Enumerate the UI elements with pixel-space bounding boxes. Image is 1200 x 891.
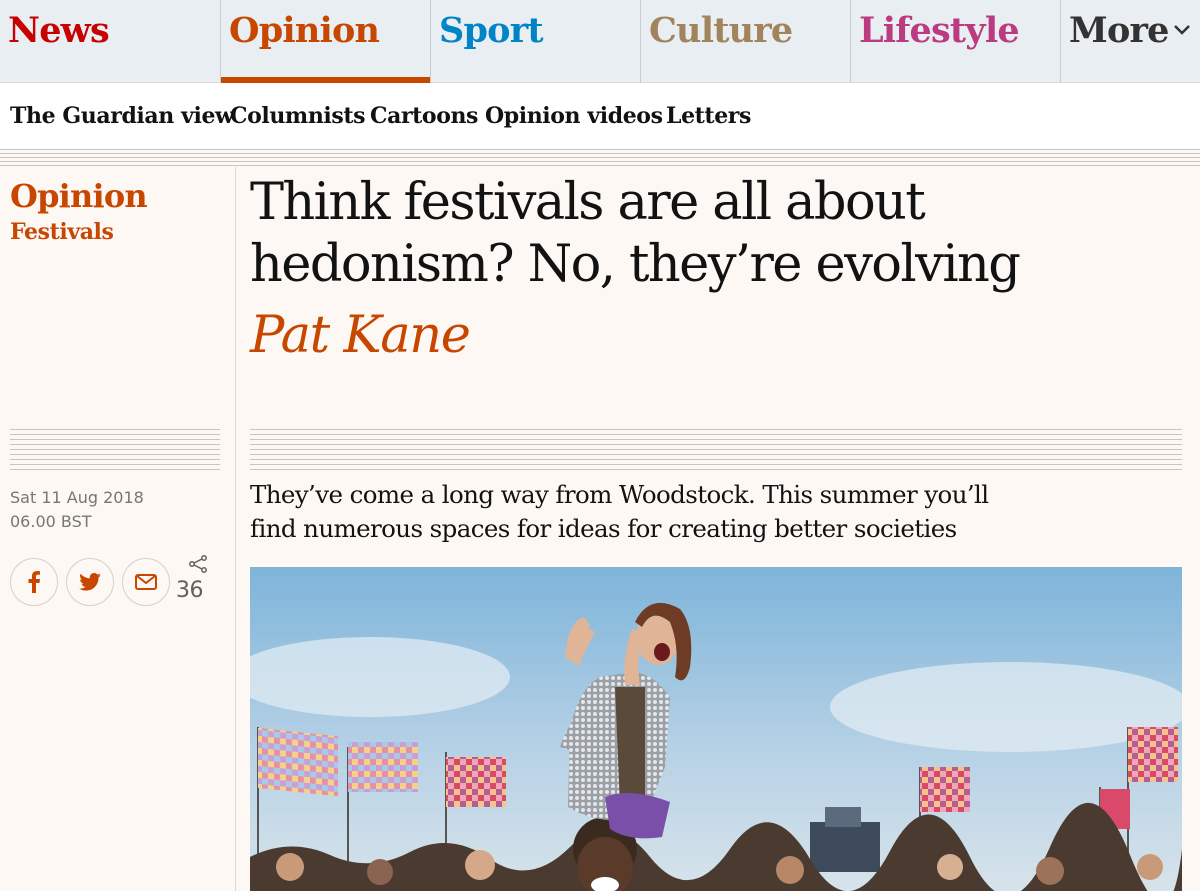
- author-byline[interactable]: Pat Kane: [250, 306, 471, 365]
- pillar-culture[interactable]: Culture: [640, 0, 850, 83]
- share-icon[interactable]: [188, 555, 208, 573]
- subnav-letters[interactable]: Letters: [666, 103, 751, 129]
- article-standfirst: They’ve come a long way from Woodstock. …: [250, 478, 1150, 546]
- pillar-news[interactable]: News: [0, 0, 220, 83]
- pillar-more-label: More: [1069, 10, 1169, 51]
- subnav-opinion-videos[interactable]: Opinion videos: [485, 103, 663, 129]
- article-meta-column: Opinion Festivals Sat 11 Aug 2018 06.00 …: [0, 167, 236, 891]
- twitter-icon: [79, 573, 101, 591]
- subnav-columnists[interactable]: Columnists: [230, 103, 366, 129]
- pillar-more[interactable]: More: [1060, 0, 1200, 83]
- chevron-down-icon: [1173, 24, 1190, 35]
- pillar-opinion[interactable]: Opinion: [220, 0, 430, 83]
- share-twitter-button[interactable]: [66, 558, 114, 606]
- standfirst-line-2: find numerous spaces for ideas for creat…: [250, 514, 957, 543]
- pillar-sport[interactable]: Sport: [430, 0, 640, 83]
- meta-divider: [10, 429, 220, 471]
- pillar-opinion-label: Opinion: [229, 10, 380, 51]
- pillar-lifestyle[interactable]: Lifestyle: [850, 0, 1060, 83]
- section-label[interactable]: Opinion: [10, 177, 148, 215]
- pillar-nav: News Opinion Sport Culture Lifestyle Mor…: [0, 0, 1200, 83]
- headline-divider: [250, 429, 1182, 471]
- opinion-subnav: The Guardian view Columnists Cartoons Op…: [0, 83, 1200, 149]
- pillar-lifestyle-label: Lifestyle: [859, 10, 1020, 51]
- series-label[interactable]: Festivals: [10, 219, 114, 245]
- article-headline: Think festivals are all about hedonism? …: [250, 172, 1150, 296]
- festival-crowd-photo: [250, 567, 1182, 891]
- pillar-culture-label: Culture: [649, 10, 793, 51]
- email-icon: [135, 574, 157, 590]
- publish-date: Sat 11 Aug 2018: [10, 488, 144, 507]
- headline-line-1: Think festivals are all about: [250, 173, 926, 232]
- pillar-news-label: News: [8, 10, 110, 51]
- publish-time: 06.00 BST: [10, 512, 92, 531]
- hero-image[interactable]: [250, 567, 1182, 891]
- divider-stripes: [0, 149, 1200, 167]
- share-count: 36: [176, 578, 204, 603]
- share-facebook-button[interactable]: [10, 558, 58, 606]
- standfirst-line-1: They’ve come a long way from Woodstock. …: [250, 480, 989, 509]
- facebook-icon: [28, 571, 40, 593]
- subnav-cartoons[interactable]: Cartoons: [370, 103, 478, 129]
- headline-line-2: hedonism? No, they’re evolving: [250, 235, 1021, 294]
- share-email-button[interactable]: [122, 558, 170, 606]
- subnav-guardian-view[interactable]: The Guardian view: [10, 103, 234, 129]
- pillar-sport-label: Sport: [439, 10, 544, 51]
